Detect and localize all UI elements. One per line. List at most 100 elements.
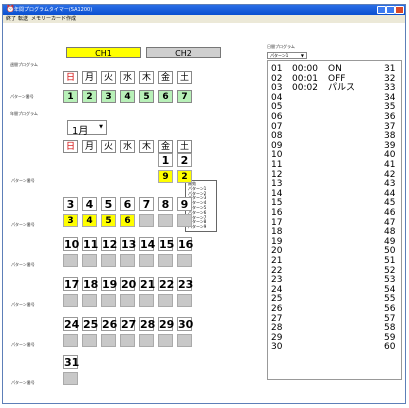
date-pattern-cell[interactable] bbox=[82, 294, 97, 307]
date-pattern-cell[interactable] bbox=[82, 334, 97, 347]
annual-pattern-label: パターン番号 bbox=[11, 262, 35, 267]
date-cell: 28 bbox=[139, 317, 156, 331]
daily-row-number: 53 bbox=[384, 275, 396, 286]
date-pattern-cell[interactable]: 3 bbox=[63, 214, 78, 227]
date-pattern-cell[interactable] bbox=[139, 294, 154, 307]
date-cell: 31 bbox=[63, 355, 80, 369]
daily-row-number: 43 bbox=[384, 179, 396, 190]
daily-row-number: 33 bbox=[384, 83, 396, 94]
daily-row-number: 11 bbox=[271, 160, 283, 170]
daily-pattern-select[interactable]: パターン1 ▼ bbox=[267, 52, 307, 59]
date-cell: 12 bbox=[101, 237, 118, 251]
date-pattern-cell[interactable]: 2 bbox=[177, 170, 192, 183]
date-cell: 6 bbox=[120, 197, 135, 211]
weekly-pattern-cell[interactable]: 7 bbox=[177, 90, 192, 103]
daily-row-number: 06 bbox=[271, 112, 283, 122]
weekly-day-header: 火 bbox=[101, 71, 116, 84]
menu-memory-card[interactable]: メモリーカード作成 bbox=[31, 15, 76, 23]
weekly-pattern-cell[interactable]: 5 bbox=[139, 90, 154, 103]
annual-day-header: 金 bbox=[158, 140, 173, 153]
date-cell: 17 bbox=[63, 277, 80, 291]
date-cell: 15 bbox=[158, 237, 175, 251]
annual-pattern-label: パターン番号 bbox=[11, 302, 35, 307]
weekly-pattern-cell[interactable]: 4 bbox=[120, 90, 135, 103]
close-button[interactable] bbox=[395, 6, 404, 14]
daily-entry-time[interactable]: 00:02 bbox=[292, 84, 318, 93]
date-pattern-cell[interactable] bbox=[177, 294, 192, 307]
date-pattern-cell[interactable] bbox=[177, 334, 192, 347]
daily-row-number: 18 bbox=[271, 227, 283, 238]
weekly-day-header: 木 bbox=[139, 71, 154, 84]
weekly-pattern-cell[interactable]: 3 bbox=[101, 90, 116, 103]
date-pattern-cell[interactable] bbox=[82, 254, 97, 267]
date-cell: 5 bbox=[101, 197, 116, 211]
date-pattern-cell[interactable] bbox=[139, 334, 154, 347]
daily-program-label: 日間プログラム bbox=[267, 44, 295, 49]
daily-entry-time[interactable]: 00:00 bbox=[292, 65, 318, 74]
date-pattern-cell[interactable] bbox=[101, 254, 116, 267]
ch2-button[interactable]: CH2 bbox=[146, 47, 221, 58]
date-cell: 16 bbox=[177, 237, 194, 251]
date-cell: 1 bbox=[158, 153, 173, 167]
menu-exit[interactable]: 終了 bbox=[6, 15, 16, 23]
date-pattern-cell[interactable] bbox=[158, 294, 173, 307]
weekly-pattern-cell[interactable]: 2 bbox=[82, 90, 97, 103]
date-cell: 26 bbox=[101, 317, 118, 331]
date-pattern-cell[interactable] bbox=[177, 254, 192, 267]
daily-entry-action[interactable]: パルス bbox=[328, 84, 355, 93]
weekly-day-header: 金 bbox=[158, 71, 173, 84]
date-pattern-cell[interactable] bbox=[177, 214, 192, 227]
date-pattern-cell[interactable] bbox=[158, 334, 173, 347]
weekly-pattern-cell[interactable]: 6 bbox=[158, 90, 173, 103]
date-pattern-cell[interactable] bbox=[120, 254, 135, 267]
date-cell: 25 bbox=[82, 317, 99, 331]
date-pattern-cell[interactable] bbox=[139, 254, 154, 267]
date-pattern-cell[interactable] bbox=[63, 372, 78, 385]
date-cell: 4 bbox=[82, 197, 97, 211]
annual-day-header: 木 bbox=[139, 140, 154, 153]
date-pattern-cell[interactable] bbox=[63, 334, 78, 347]
daily-entry-action[interactable]: ON bbox=[328, 65, 342, 74]
date-pattern-cell[interactable] bbox=[63, 294, 78, 307]
date-pattern-cell[interactable] bbox=[158, 254, 173, 267]
date-pattern-cell[interactable] bbox=[139, 214, 154, 227]
date-cell: 9 bbox=[177, 197, 192, 211]
daily-row-number: 58 bbox=[384, 323, 396, 334]
daily-row-number: 08 bbox=[271, 131, 283, 142]
daily-row-number: 31 bbox=[384, 64, 396, 74]
daily-row-number: 16 bbox=[271, 208, 283, 218]
weekly-pattern-cell[interactable]: 1 bbox=[63, 90, 78, 103]
menu-transfer[interactable]: 転送 bbox=[18, 15, 28, 23]
date-pattern-cell[interactable] bbox=[158, 214, 173, 227]
date-pattern-cell[interactable]: 6 bbox=[120, 214, 135, 227]
date-pattern-cell[interactable]: 4 bbox=[82, 214, 97, 227]
annual-day-header: 土 bbox=[177, 140, 192, 153]
weekly-day-header: 日 bbox=[63, 71, 78, 84]
daily-row-number: 51 bbox=[384, 256, 396, 266]
date-pattern-cell[interactable] bbox=[120, 294, 135, 307]
weekly-day-header: 月 bbox=[82, 71, 97, 84]
annual-pattern-label: パターン番号 bbox=[11, 222, 35, 227]
date-pattern-cell[interactable] bbox=[101, 334, 116, 347]
month-select[interactable]: 1月 ▼ bbox=[67, 120, 107, 137]
weekly-day-header: 土 bbox=[177, 71, 192, 84]
date-pattern-cell[interactable] bbox=[120, 334, 135, 347]
date-cell: 29 bbox=[158, 317, 175, 331]
daily-row-number: 21 bbox=[271, 256, 283, 266]
daily-row-number: 46 bbox=[384, 208, 396, 218]
daily-row-number: 28 bbox=[271, 323, 283, 334]
annual-pattern-label: パターン番号 bbox=[11, 342, 35, 347]
date-pattern-cell[interactable] bbox=[63, 254, 78, 267]
annual-day-header: 日 bbox=[63, 140, 78, 153]
daily-row-number: 30 bbox=[271, 342, 283, 353]
maximize-button[interactable] bbox=[386, 6, 395, 14]
daily-program-list[interactable]: 01 31 00:00 ON 02 32 00:01 OFF 03 33 00:02 パルス 04 34 0… bbox=[267, 60, 402, 380]
date-pattern-cell[interactable]: 5 bbox=[101, 214, 116, 227]
date-pattern-cell[interactable]: 9 bbox=[158, 170, 173, 183]
weekly-day-header: 水 bbox=[120, 71, 135, 84]
date-pattern-cell[interactable] bbox=[101, 294, 116, 307]
daily-row-number: 56 bbox=[384, 304, 396, 314]
date-cell: 23 bbox=[177, 277, 194, 291]
ch1-button[interactable]: CH1 bbox=[66, 47, 141, 58]
minimize-button[interactable] bbox=[377, 6, 386, 14]
